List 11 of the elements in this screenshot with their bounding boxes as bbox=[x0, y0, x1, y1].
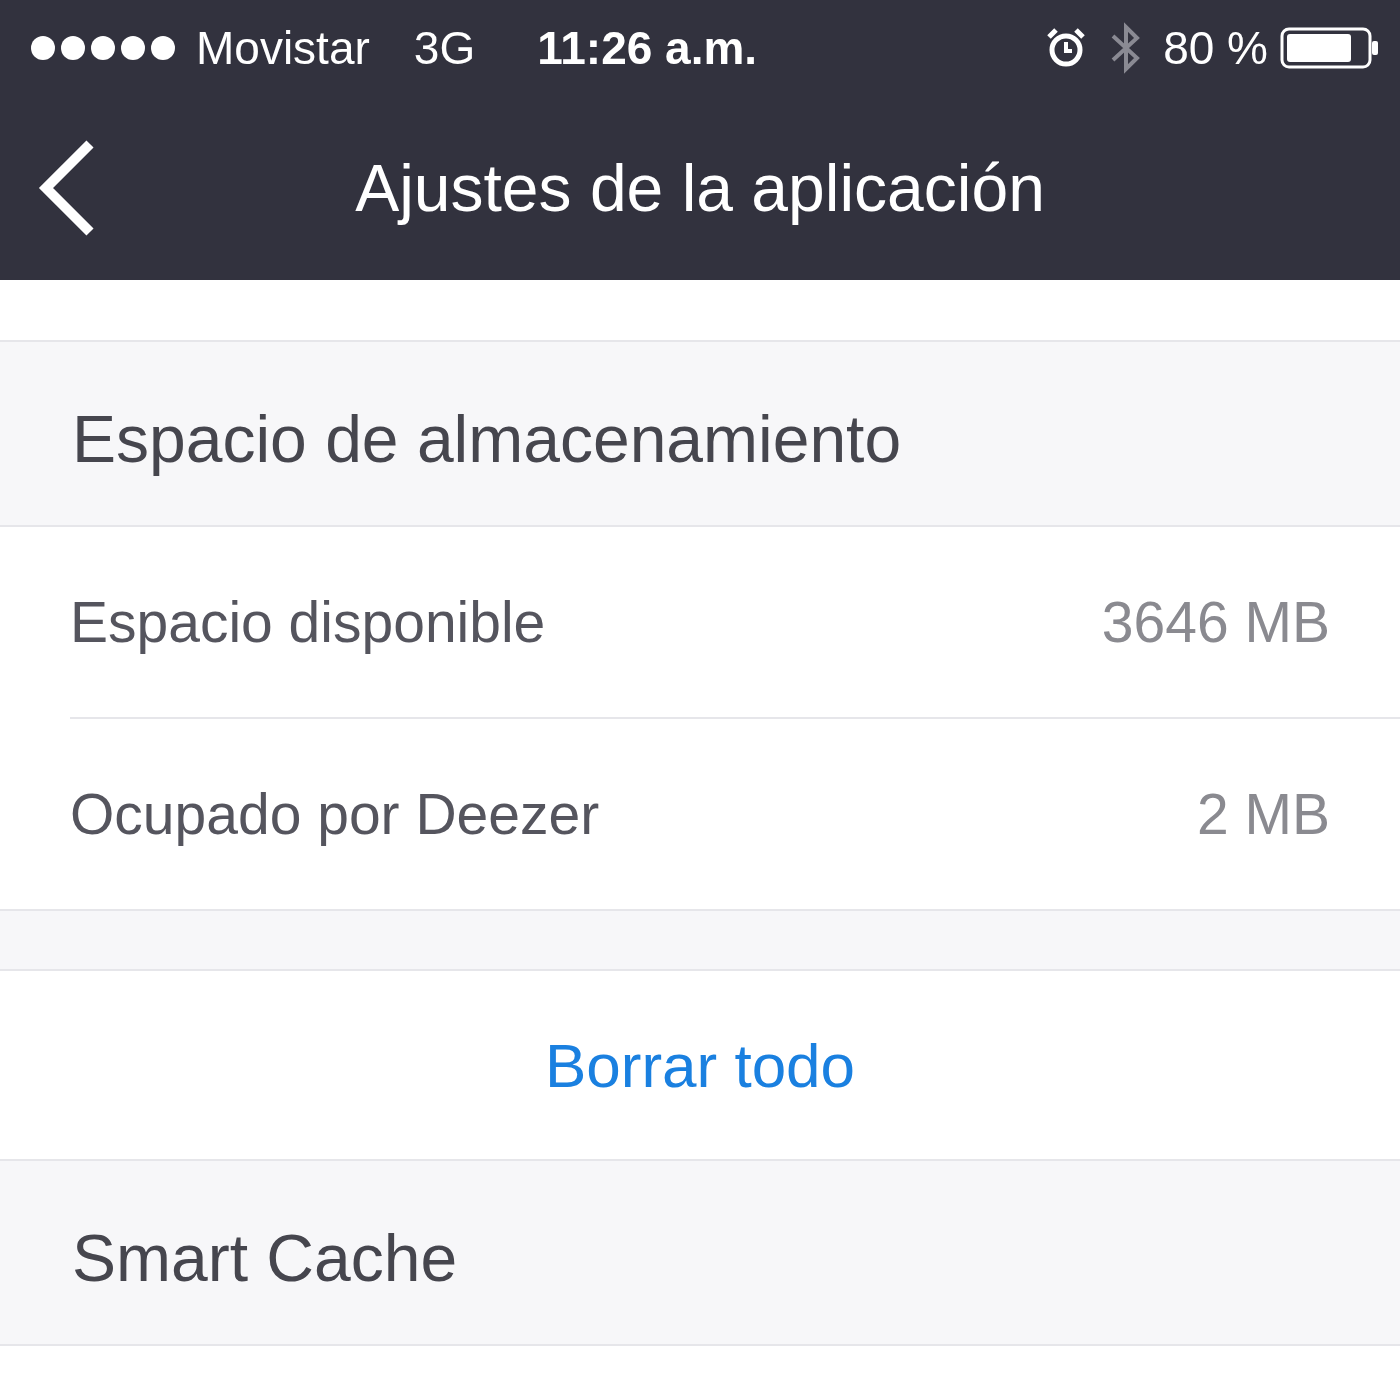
setting-label: Ocupado por Deezer bbox=[70, 781, 600, 847]
clear-all-button[interactable]: Borrar todo bbox=[0, 971, 1400, 1161]
setting-value: 3646 MB bbox=[1101, 589, 1330, 655]
battery-icon bbox=[1280, 26, 1380, 69]
setting-label: Espacio disponible bbox=[70, 589, 546, 655]
screen-title: Ajustes de la aplicación bbox=[355, 149, 1045, 226]
battery-percentage: 80 % bbox=[1163, 20, 1268, 75]
status-time: 11:26 a.m. bbox=[537, 20, 758, 75]
network-type: 3G bbox=[413, 20, 476, 75]
carrier-name: Movistar bbox=[196, 20, 370, 75]
setting-value: 2 MB bbox=[1196, 781, 1330, 847]
